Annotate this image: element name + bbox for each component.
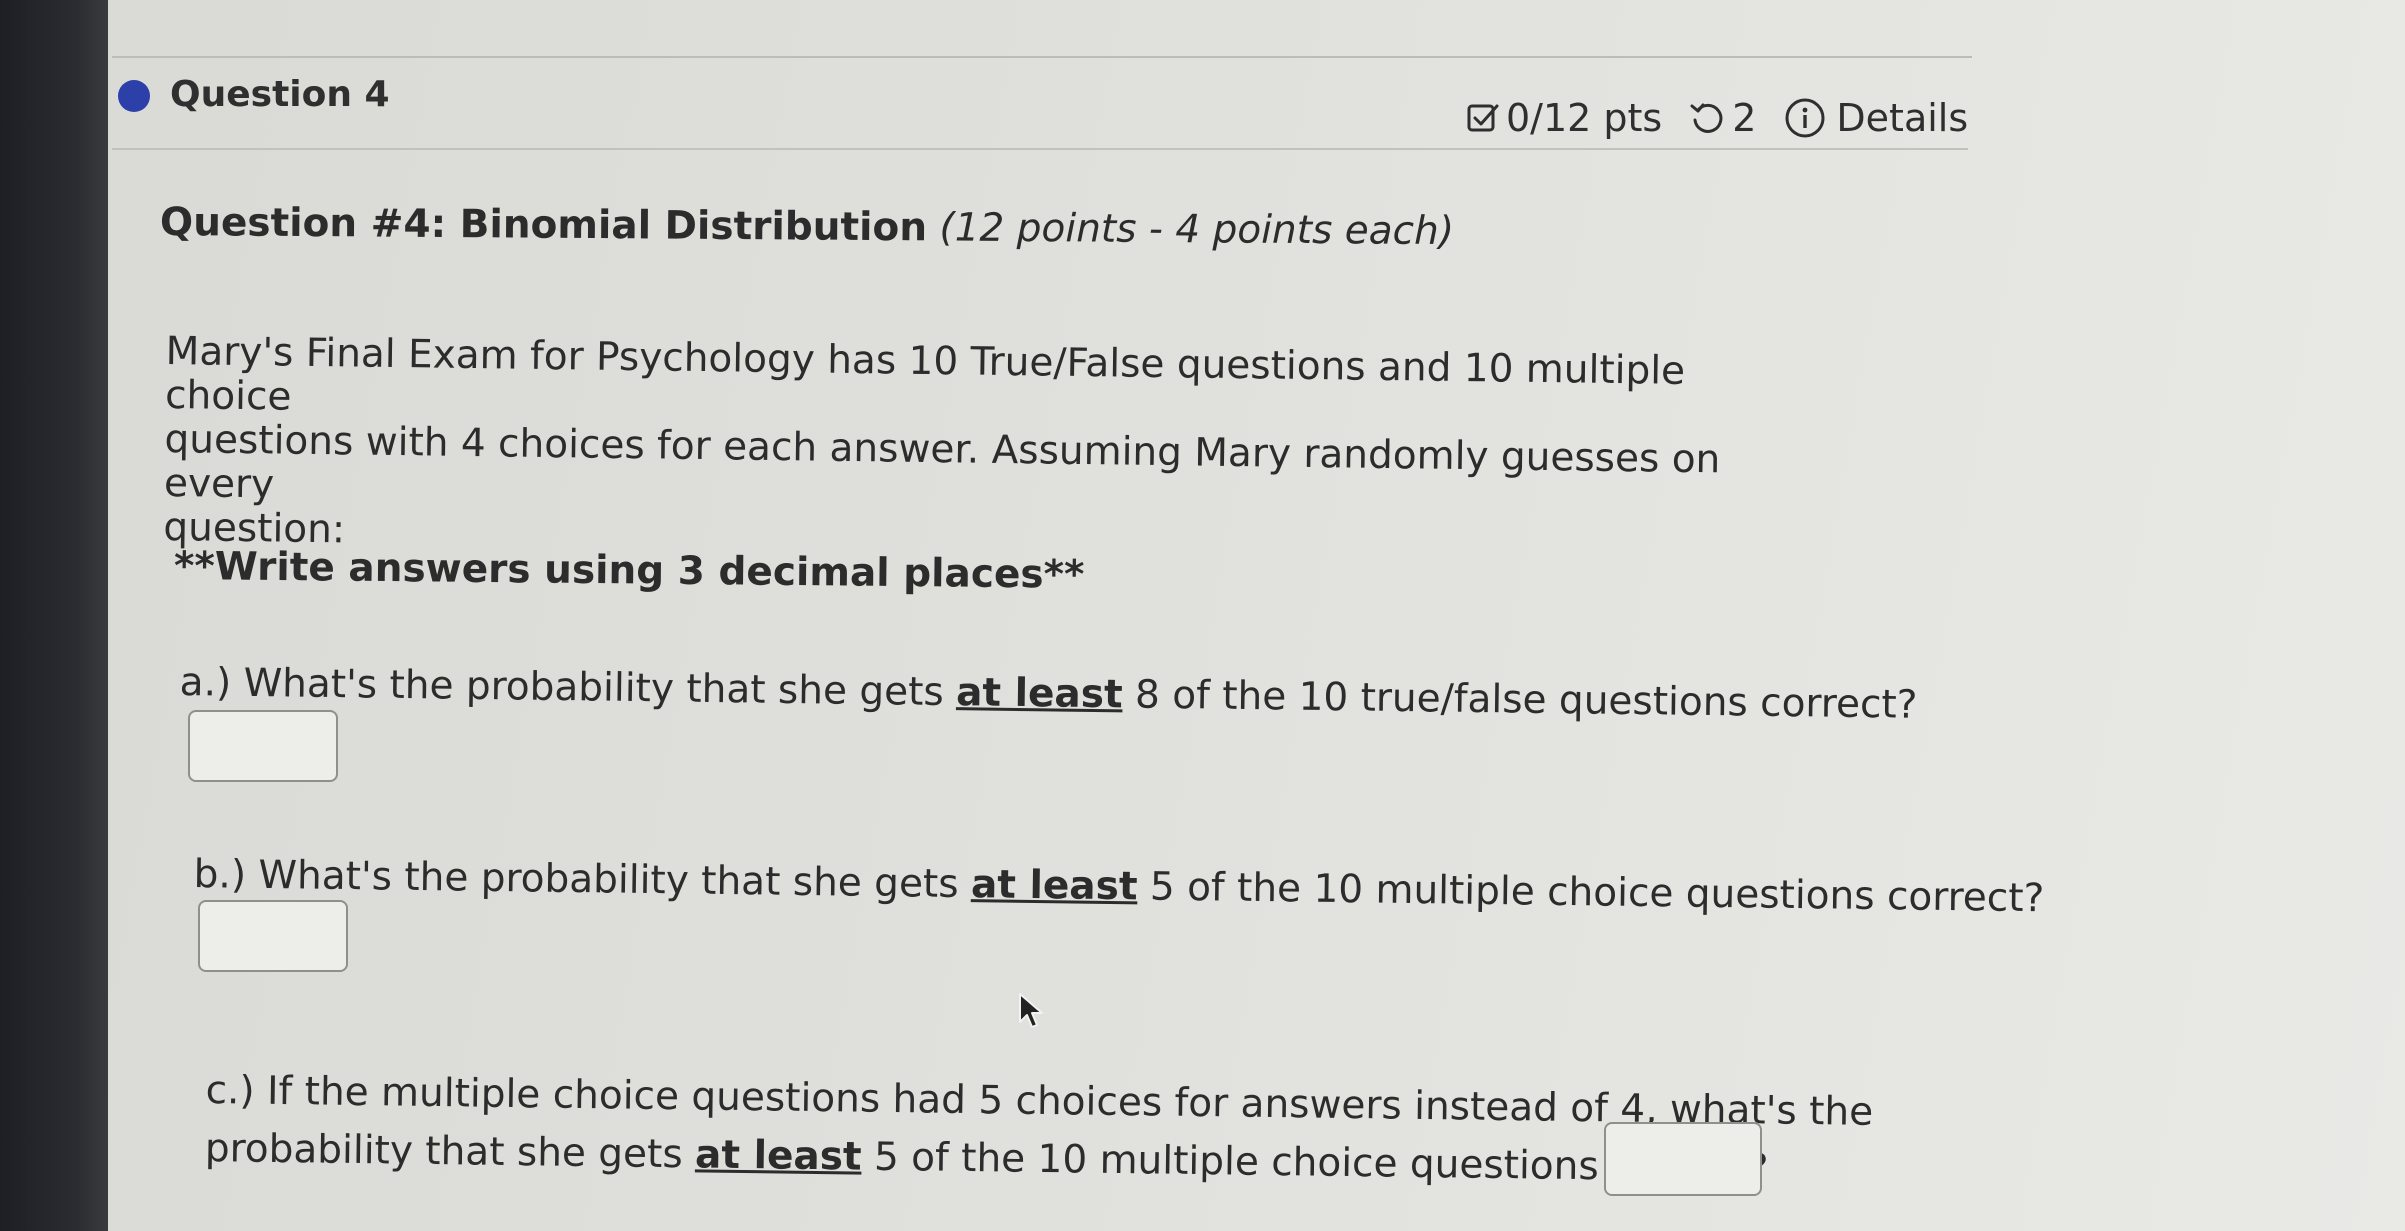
part-b-prompt: b.) What's the probability that she gets… bbox=[193, 852, 2044, 921]
answer-instructions: **Write answers using 3 decimal places** bbox=[173, 544, 1085, 598]
part-a-prefix: a.) What's the probability that she gets bbox=[179, 660, 957, 716]
mouse-pointer-icon bbox=[1018, 992, 1046, 1036]
question-title-text: Question #4: Binomial Distribution bbox=[159, 200, 928, 251]
details-link[interactable]: Details bbox=[1784, 96, 1968, 140]
part-b-emphasis: at least bbox=[970, 862, 1138, 910]
part-c-prefix: probability that she gets bbox=[204, 1125, 696, 1178]
part-a-emphasis: at least bbox=[955, 670, 1123, 718]
question-points: (12 points - 4 points each) bbox=[939, 205, 1455, 255]
part-a-suffix: 8 of the 10 true/false questions correct… bbox=[1122, 672, 1918, 728]
attempts-text: 2 bbox=[1732, 96, 1757, 140]
part-b-suffix: 5 of the 10 multiple choice questions co… bbox=[1137, 864, 2045, 922]
header-divider bbox=[112, 148, 1968, 150]
part-b-prefix: b.) What's the probability that she gets bbox=[193, 852, 972, 908]
top-divider bbox=[112, 56, 1972, 58]
attempts-indicator: 2 bbox=[1688, 96, 1756, 140]
answer-input-c[interactable] bbox=[1604, 1122, 1762, 1196]
part-c-emphasis: at least bbox=[694, 1132, 862, 1180]
question-title: Question #4: Binomial Distribution (12 p… bbox=[160, 200, 1454, 254]
score-indicator: 0/12 pts bbox=[1466, 96, 1662, 140]
screen-bezel bbox=[0, 0, 108, 1231]
info-icon bbox=[1784, 97, 1826, 139]
retry-icon bbox=[1688, 100, 1724, 136]
details-label: Details bbox=[1836, 96, 1969, 140]
question-intro: Mary's Final Exam for Psychology has 10 … bbox=[163, 329, 1806, 571]
answer-input-b[interactable] bbox=[198, 900, 348, 972]
checkbox-icon bbox=[1466, 101, 1500, 135]
score-text: 0/12 pts bbox=[1506, 96, 1663, 140]
part-a-prompt: a.) What's the probability that she gets… bbox=[179, 660, 1917, 728]
question-meta: 0/12 pts 2 Details bbox=[1466, 90, 1968, 146]
question-label: Question 4 bbox=[170, 74, 390, 115]
status-dot-icon bbox=[118, 80, 150, 112]
answer-input-a[interactable] bbox=[188, 710, 338, 782]
